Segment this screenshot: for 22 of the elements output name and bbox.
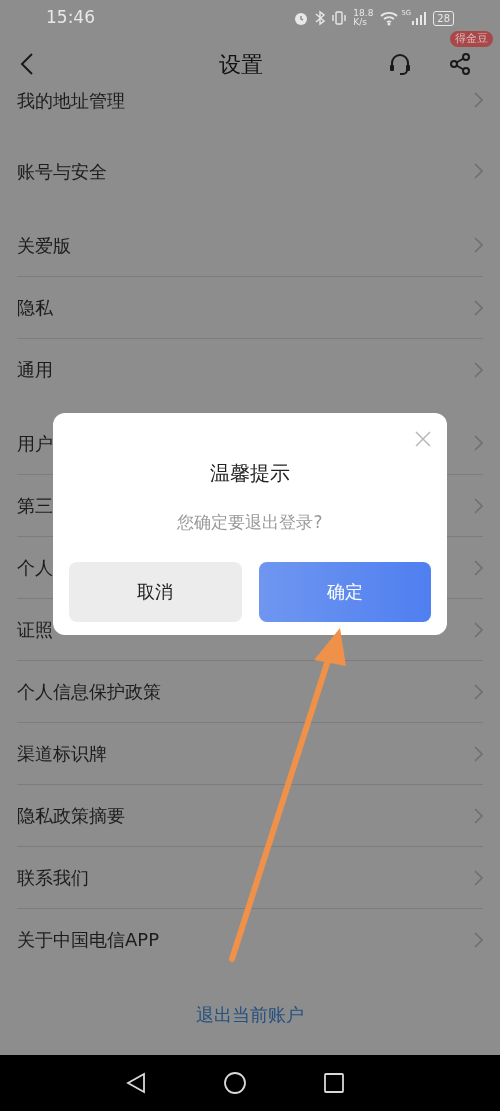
row-label: 个人信息保护政策: [17, 680, 161, 704]
row-label: 通用: [17, 358, 53, 382]
row-label: 隐私政策摘要: [17, 804, 125, 828]
row-label: 第三: [17, 494, 53, 518]
row-label: 个人: [17, 556, 53, 580]
row-label: 渠道标识牌: [17, 742, 107, 766]
dialog-title: 温馨提示: [210, 460, 290, 487]
status-time: 15:46: [46, 6, 95, 30]
row-label: 我的地址管理: [17, 88, 125, 113]
row-label: 关于中国电信APP: [17, 928, 160, 952]
speed-value: 18.8: [353, 9, 374, 18]
row-label: 用户: [17, 431, 53, 456]
reward-badge: 得金豆: [450, 31, 493, 47]
row-label: 证照: [17, 618, 53, 642]
page-title: 设置: [219, 50, 263, 79]
speed-unit: K/s: [353, 18, 368, 27]
row-label: 关爱版: [17, 233, 71, 258]
row-label: 隐私: [17, 296, 53, 320]
dialog-message: 您确定要退出登录?: [177, 511, 323, 534]
battery-indicator: 28: [433, 10, 454, 26]
row-label: 账号与安全: [17, 159, 107, 184]
row-label: 联系我们: [17, 866, 89, 890]
